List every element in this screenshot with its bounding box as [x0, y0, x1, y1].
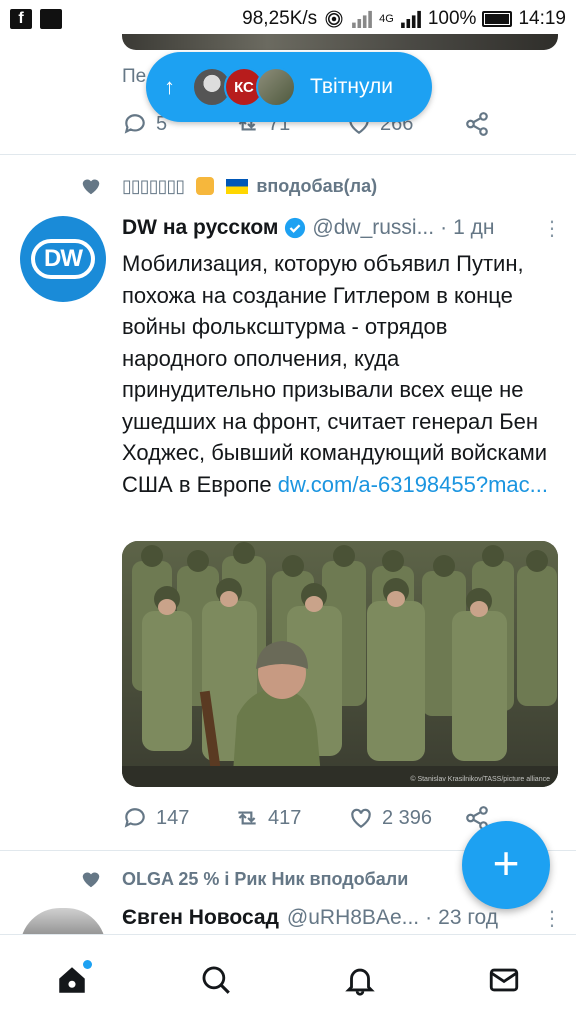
more-options-icon[interactable]: ⋮ — [542, 906, 562, 931]
context-text: OLGA 25 % і Рик Ник вподобали — [122, 868, 409, 889]
bell-icon — [345, 968, 375, 996]
retweet-count: 417 — [268, 806, 302, 829]
tweet-text: Мобилизация, которую объявил Путин, похо… — [122, 248, 552, 500]
soldiers-photo — [122, 541, 558, 787]
tweet-body: Мобилизация, которую объявил Путин, похо… — [122, 251, 548, 497]
new-tweets-pill[interactable]: ↑ КС Твітнули — [146, 52, 432, 122]
ukraine-flag-icon — [226, 178, 249, 194]
reply-button[interactable]: 147 — [122, 805, 234, 831]
more-options-icon[interactable]: ⋮ — [542, 216, 562, 241]
avatar — [256, 67, 296, 107]
image-credit: © Stanislav Krasilnikov/TASS/picture all… — [410, 776, 550, 783]
nav-messages[interactable] — [474, 950, 534, 1010]
social-context[interactable]: OLGA 25 % і Рик Ник вподобали — [80, 865, 408, 893]
hotspot-icon — [325, 10, 343, 28]
tweet-time: 23 год — [438, 906, 499, 929]
arrow-up-icon: ↑ — [164, 74, 175, 99]
battery-percent: 100% — [427, 8, 477, 29]
retweet-icon — [238, 811, 256, 825]
tweet-link[interactable]: dw.com/a-63198455?mac... — [278, 472, 548, 497]
tweet-image[interactable]: © Stanislav Krasilnikov/TASS/picture all… — [122, 541, 558, 787]
reply-icon — [124, 808, 145, 828]
like-button[interactable]: 2 396 — [348, 805, 464, 831]
author-handle: @uRH8BAe... — [286, 906, 420, 929]
context-text: вподобав(ла) — [256, 175, 378, 196]
signal-icon — [352, 10, 373, 28]
mail-icon — [489, 968, 519, 991]
plus-icon: + — [492, 837, 520, 889]
heart-filled-icon — [82, 179, 100, 195]
clock: 14:19 — [518, 8, 566, 29]
author-handle: @dw_russi... — [312, 216, 435, 239]
like-count: 2 396 — [382, 806, 433, 829]
nav-notifications[interactable] — [330, 950, 390, 1010]
nav-search[interactable] — [186, 950, 246, 1010]
compose-tweet-button[interactable]: + — [462, 821, 550, 909]
tweet-image-partial[interactable] — [122, 34, 558, 50]
tweet-header: DW на русском @dw_russi... · 1 дн ⋮ — [122, 212, 562, 244]
author-name[interactable]: DW на русском — [122, 216, 278, 240]
signal-strength-icon — [400, 10, 421, 28]
status-bar: f 98,25K/s 4G 100% 14:19 — [0, 0, 576, 38]
author-name[interactable]: Євген Новосад — [122, 906, 279, 930]
bottom-navigation — [0, 934, 576, 1024]
divider — [0, 154, 576, 155]
network-speed: 98,25K/s — [242, 8, 318, 29]
separator-dot: · — [425, 906, 433, 929]
heart-filled-icon — [82, 872, 100, 888]
share-icon — [466, 112, 488, 136]
dw-logo: DW — [31, 239, 95, 279]
new-content-dot — [83, 959, 92, 969]
gallery-icon — [40, 9, 62, 29]
nav-home[interactable] — [42, 950, 102, 1010]
facebook-icon: f — [10, 9, 32, 29]
network-type: 4G — [379, 13, 394, 25]
share-button[interactable] — [464, 111, 490, 137]
fist-emoji-icon — [196, 177, 215, 195]
social-context[interactable]: ▯▯▯▯▯▯▯ вподобав(ла) — [80, 172, 377, 200]
battery-icon — [482, 11, 513, 27]
tweet-text-partial: Пе — [122, 66, 147, 87]
context-user-name: ▯▯▯▯▯▯▯ — [122, 175, 185, 196]
verified-badge-icon — [285, 217, 306, 239]
heart-icon — [351, 808, 371, 828]
separator-dot: · — [440, 216, 448, 239]
reply-count: 147 — [156, 806, 190, 829]
reply-icon — [124, 114, 145, 134]
retweet-button[interactable]: 417 — [234, 805, 348, 831]
author-avatar[interactable]: DW — [20, 216, 106, 302]
search-icon — [202, 966, 230, 994]
tweet-time: 1 дн — [453, 216, 495, 239]
pill-avatars: КС — [192, 67, 296, 107]
pill-label: Твітнули — [310, 75, 393, 98]
